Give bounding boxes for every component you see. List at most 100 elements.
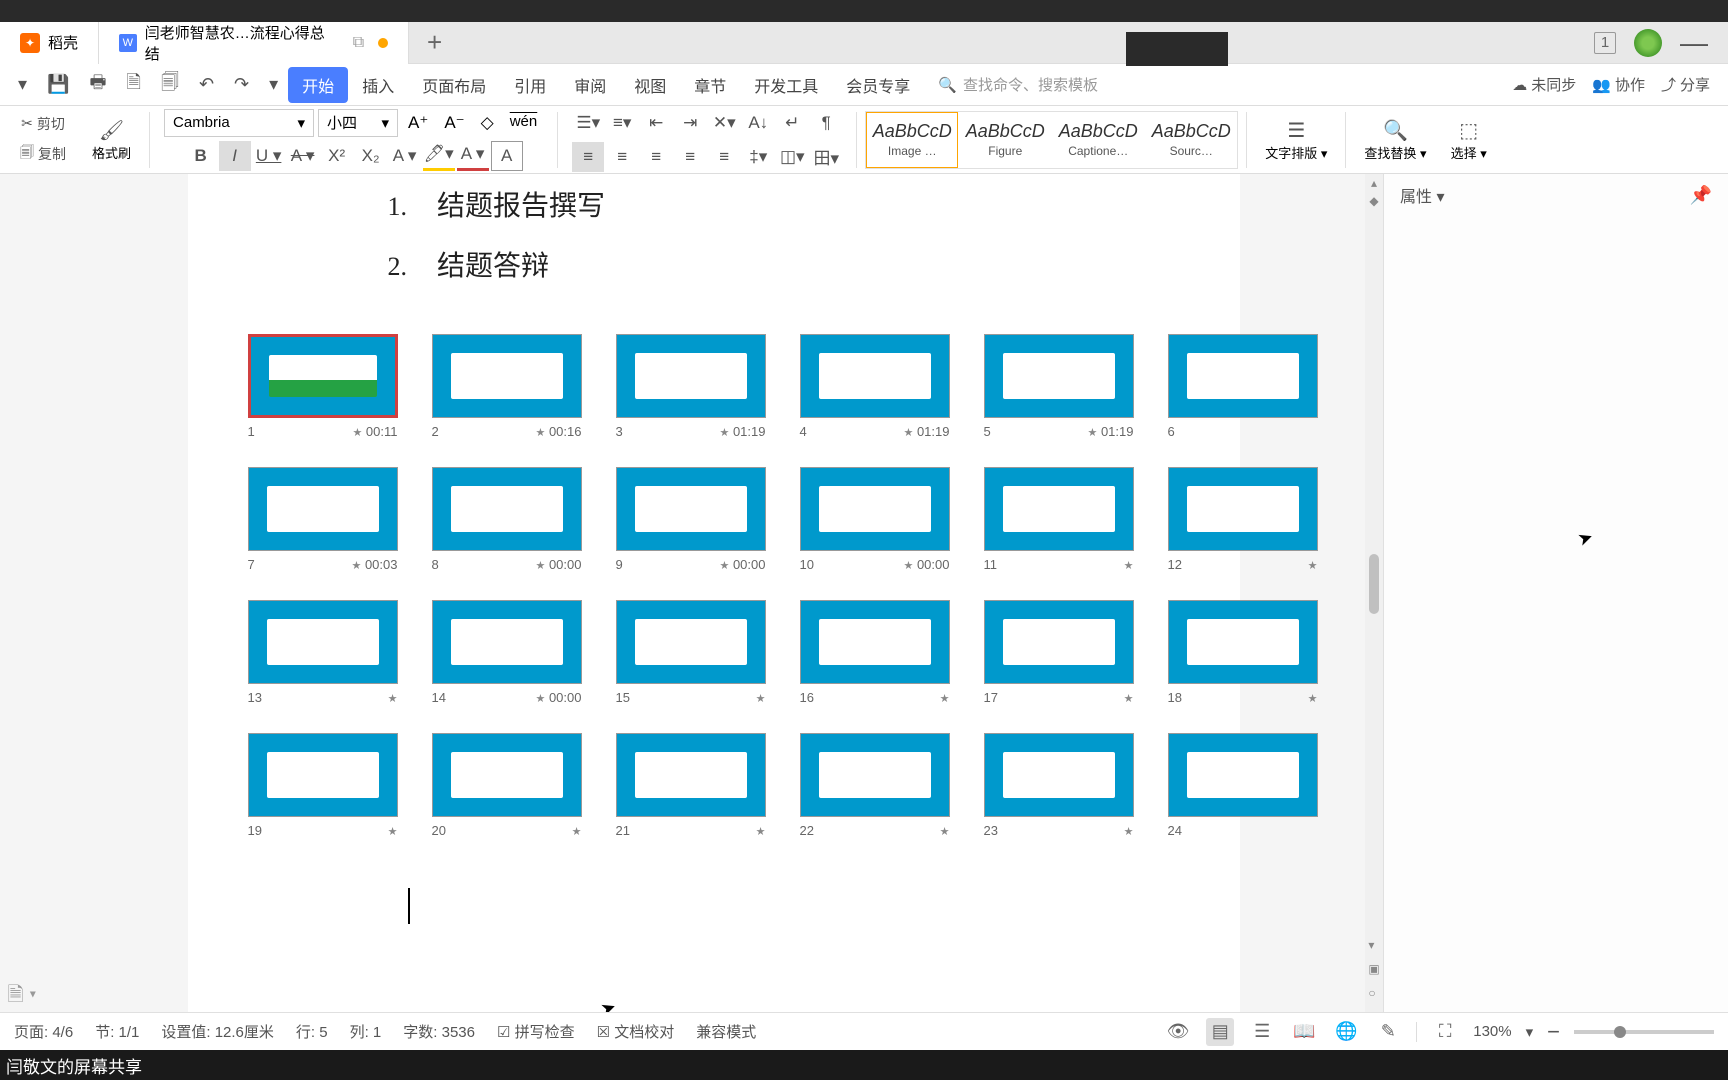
- font-size-select[interactable]: 小四▾: [318, 109, 398, 137]
- spell-check-button[interactable]: ☑ 拼写检查: [497, 1021, 575, 1042]
- decrease-font-icon[interactable]: A⁻: [438, 109, 470, 137]
- slide-thumb-13[interactable]: 13★: [248, 600, 398, 705]
- slide-thumb-3[interactable]: 3★ 01:19: [616, 334, 766, 439]
- redo-icon[interactable]: ↷: [224, 74, 259, 95]
- menu-review[interactable]: 审阅: [560, 67, 620, 103]
- slide-thumb-5[interactable]: 5★ 01:19: [984, 334, 1134, 439]
- status-page[interactable]: 页面: 4/6: [14, 1021, 73, 1042]
- chevron-down-icon[interactable]: ▾: [1526, 1023, 1534, 1041]
- superscript-button[interactable]: X²: [321, 141, 353, 171]
- slide-thumb-4[interactable]: 4★ 01:19: [800, 334, 950, 439]
- shading-button[interactable]: ◫▾: [776, 142, 808, 172]
- status-indent[interactable]: 设置值: 12.6厘米: [161, 1021, 274, 1042]
- align-center-button[interactable]: ≡: [606, 142, 638, 172]
- align-left-button[interactable]: ≡: [572, 142, 604, 172]
- slide-thumb-1[interactable]: 1★ 00:11: [248, 334, 398, 439]
- sort-button[interactable]: A↓: [742, 108, 774, 138]
- slide-thumb-18[interactable]: 18★: [1168, 600, 1318, 705]
- style-image[interactable]: AaBbCcD Image …: [866, 112, 958, 168]
- menu-dropdown-icon[interactable]: ▾: [8, 74, 37, 95]
- slide-thumb-17[interactable]: 17★: [984, 600, 1134, 705]
- styles-gallery[interactable]: AaBbCcD Image … AaBbCcD Figure AaBbCcD C…: [865, 111, 1238, 169]
- slide-thumb-16[interactable]: 16★: [800, 600, 950, 705]
- page-icon[interactable]: 🗎 ▾: [7, 980, 36, 1014]
- preview-icon[interactable]: 🗎: [116, 70, 150, 100]
- text-layout-button[interactable]: ☰ 文字排版 ▾: [1255, 116, 1337, 164]
- numbering-button[interactable]: ≡▾: [606, 108, 638, 138]
- bold-button[interactable]: B: [185, 141, 217, 171]
- web-view-icon[interactable]: 🌐: [1332, 1018, 1360, 1046]
- copy-button[interactable]: 🗐复制: [14, 139, 72, 169]
- zoom-out-button[interactable]: −: [1547, 1019, 1560, 1045]
- fit-icon[interactable]: ⛶: [1431, 1018, 1459, 1046]
- cut-button[interactable]: ✂剪切: [15, 111, 71, 137]
- menu-start[interactable]: 开始: [288, 67, 348, 103]
- zoom-slider[interactable]: [1574, 1030, 1714, 1034]
- zoom-knob[interactable]: [1614, 1026, 1626, 1038]
- clear-format-icon[interactable]: ◇: [475, 109, 500, 137]
- slide-thumb-6[interactable]: 6: [1168, 334, 1318, 439]
- new-tab-button[interactable]: +: [409, 27, 460, 58]
- slide-thumb-15[interactable]: 15★: [616, 600, 766, 705]
- scroll-sel-icon[interactable]: ○: [1366, 984, 1381, 1002]
- italic-button[interactable]: I: [219, 141, 251, 171]
- increase-indent-button[interactable]: ⇥: [674, 108, 706, 138]
- highlight-button[interactable]: 🖊▾: [423, 141, 455, 171]
- slide-thumb-19[interactable]: 19★: [248, 733, 398, 838]
- text-effects-button[interactable]: A ▾: [389, 141, 421, 171]
- menu-pagelayout[interactable]: 页面布局: [408, 67, 500, 103]
- select-button[interactable]: ⬚ 选择 ▾: [1441, 116, 1497, 164]
- panel-title[interactable]: 属性 ▾: [1400, 183, 1445, 207]
- format-brush-button[interactable]: 🖌 格式刷: [82, 116, 141, 164]
- slide-thumb-22[interactable]: 22★: [800, 733, 950, 838]
- bullets-button[interactable]: ☰▾: [572, 108, 604, 138]
- eye-icon[interactable]: 👁: [1164, 1018, 1192, 1046]
- underline-button[interactable]: U ▾: [253, 141, 285, 171]
- save-icon[interactable]: 💾: [37, 74, 79, 95]
- slide-thumb-8[interactable]: 8★ 00:00: [432, 467, 582, 572]
- slide-thumb-23[interactable]: 23★: [984, 733, 1134, 838]
- slide-thumb-20[interactable]: 20★: [432, 733, 582, 838]
- slide-thumb-24[interactable]: 24: [1168, 733, 1318, 838]
- subscript-button[interactable]: X₂: [355, 141, 387, 171]
- scroll-thumb[interactable]: [1369, 554, 1379, 614]
- strike-button[interactable]: A ▾: [287, 141, 319, 171]
- zoom-percent[interactable]: 130%: [1473, 1023, 1511, 1040]
- window-count-badge[interactable]: 1: [1594, 32, 1616, 54]
- style-captione[interactable]: AaBbCcD Captione…: [1052, 112, 1144, 168]
- tab-document[interactable]: W 闫老师智慧农…流程心得总结 ⧉: [99, 22, 409, 64]
- minimize-button[interactable]: —: [1680, 27, 1708, 59]
- status-section[interactable]: 节: 1/1: [95, 1021, 139, 1042]
- command-search[interactable]: 🔍 查找命令、搜索模板: [924, 70, 1112, 99]
- share-button[interactable]: ⤴分享: [1661, 74, 1710, 95]
- find-replace-button[interactable]: 🔍 查找替换 ▾: [1354, 116, 1436, 164]
- phonetic-icon[interactable]: wén: [504, 109, 544, 137]
- menu-reference[interactable]: 引用: [500, 67, 560, 103]
- status-col[interactable]: 列: 1: [350, 1021, 382, 1042]
- pin-icon[interactable]: 📌: [1690, 185, 1712, 206]
- decrease-indent-button[interactable]: ⇤: [640, 108, 672, 138]
- undo-icon[interactable]: ↶: [189, 74, 224, 95]
- slide-thumb-12[interactable]: 12★: [1168, 467, 1318, 572]
- slide-thumb-21[interactable]: 21★: [616, 733, 766, 838]
- char-border-button[interactable]: A: [491, 141, 523, 171]
- scroll-down-icon[interactable]: ▾: [1366, 936, 1381, 954]
- slide-thumb-11[interactable]: 11★: [984, 467, 1134, 572]
- status-words[interactable]: 字数: 3536: [403, 1021, 475, 1042]
- vertical-scrollbar[interactable]: ▴ ◆ ▾ ▣ ○ ▣: [1365, 174, 1383, 1034]
- align-distribute-button[interactable]: ≡: [708, 142, 740, 172]
- print-icon[interactable]: 🖶: [79, 70, 116, 100]
- read-view-icon[interactable]: 📖: [1290, 1018, 1318, 1046]
- menu-devtools[interactable]: 开发工具: [740, 67, 832, 103]
- proof-button[interactable]: ☒ 文档校对: [597, 1021, 675, 1042]
- scroll-prev-icon[interactable]: ▣: [1366, 960, 1381, 978]
- increase-font-icon[interactable]: A⁺: [402, 109, 434, 137]
- font-select[interactable]: Cambria▾: [164, 109, 314, 137]
- export-icon[interactable]: 🗐: [151, 70, 189, 100]
- style-figure[interactable]: AaBbCcD Figure: [959, 112, 1051, 168]
- qb-dropdown-icon[interactable]: ▾: [259, 74, 288, 95]
- font-color-button[interactable]: A ▾: [457, 141, 489, 171]
- slide-thumb-10[interactable]: 10★ 00:00: [800, 467, 950, 572]
- align-justify-button[interactable]: ≡: [674, 142, 706, 172]
- show-marks-button[interactable]: ¶: [810, 108, 842, 138]
